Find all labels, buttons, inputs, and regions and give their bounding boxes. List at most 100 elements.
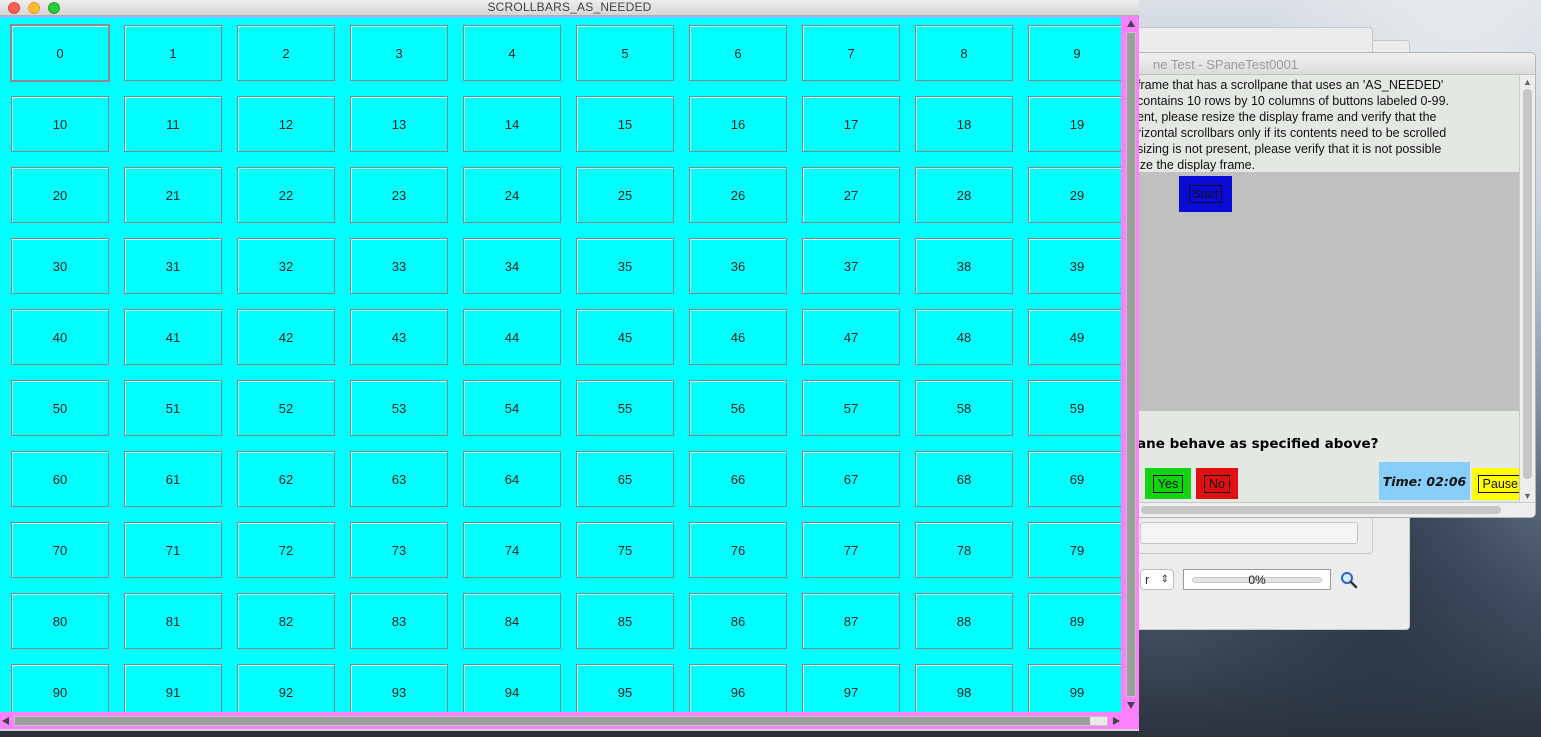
grid-button-19[interactable]: 19 (1028, 96, 1121, 152)
no-button[interactable]: No (1196, 468, 1238, 499)
grid-button-75[interactable]: 75 (576, 522, 674, 578)
scrollbar-thumb[interactable] (1127, 33, 1135, 696)
grid-button-58[interactable]: 58 (915, 380, 1013, 436)
grid-button-85[interactable]: 85 (576, 593, 674, 649)
grid-button-73[interactable]: 73 (350, 522, 448, 578)
grid-button-12[interactable]: 12 (237, 96, 335, 152)
grid-button-47[interactable]: 47 (802, 309, 900, 365)
scroll-down-arrow-icon[interactable] (1127, 702, 1135, 709)
grid-button-36[interactable]: 36 (689, 238, 787, 294)
grid-button-21[interactable]: 21 (124, 167, 222, 223)
grid-button-37[interactable]: 37 (802, 238, 900, 294)
yes-button[interactable]: Yes (1145, 468, 1191, 499)
grid-button-88[interactable]: 88 (915, 593, 1013, 649)
grid-button-27[interactable]: 27 (802, 167, 900, 223)
grid-button-11[interactable]: 11 (124, 96, 222, 152)
grid-button-24[interactable]: 24 (463, 167, 561, 223)
grid-button-45[interactable]: 45 (576, 309, 674, 365)
grid-button-67[interactable]: 67 (802, 451, 900, 507)
scroll-up-arrow-icon[interactable] (1127, 20, 1135, 27)
grid-button-33[interactable]: 33 (350, 238, 448, 294)
grid-button-81[interactable]: 81 (124, 593, 222, 649)
horizontal-scrollbar[interactable] (0, 713, 1122, 729)
scroll-right-arrow-icon[interactable] (1113, 717, 1120, 725)
grid-button-89[interactable]: 89 (1028, 593, 1121, 649)
grid-button-83[interactable]: 83 (350, 593, 448, 649)
grid-button-57[interactable]: 57 (802, 380, 900, 436)
grid-button-82[interactable]: 82 (237, 593, 335, 649)
grid-button-63[interactable]: 63 (350, 451, 448, 507)
scroll-thumb[interactable] (1141, 506, 1501, 514)
grid-button-26[interactable]: 26 (689, 167, 787, 223)
test-vertical-scrollbar[interactable]: ▲ ▼ (1519, 75, 1535, 503)
grid-button-25[interactable]: 25 (576, 167, 674, 223)
grid-button-84[interactable]: 84 (463, 593, 561, 649)
grid-button-15[interactable]: 15 (576, 96, 674, 152)
window-titlebar[interactable]: SCROLLBARS_AS_NEEDED (0, 0, 1139, 16)
grid-button-51[interactable]: 51 (124, 380, 222, 436)
grid-button-59[interactable]: 59 (1028, 380, 1121, 436)
grid-button-68[interactable]: 68 (915, 451, 1013, 507)
grid-button-91[interactable]: 91 (124, 664, 222, 712)
grid-button-31[interactable]: 31 (124, 238, 222, 294)
grid-button-8[interactable]: 8 (915, 25, 1013, 81)
grid-button-7[interactable]: 7 (802, 25, 900, 81)
grid-button-46[interactable]: 46 (689, 309, 787, 365)
grid-button-86[interactable]: 86 (689, 593, 787, 649)
grid-button-38[interactable]: 38 (915, 238, 1013, 294)
grid-button-35[interactable]: 35 (576, 238, 674, 294)
grid-button-28[interactable]: 28 (915, 167, 1013, 223)
grid-button-65[interactable]: 65 (576, 451, 674, 507)
grid-button-16[interactable]: 16 (689, 96, 787, 152)
magnifier-icon[interactable] (1340, 571, 1358, 589)
grid-button-9[interactable]: 9 (1028, 25, 1121, 81)
grid-button-94[interactable]: 94 (463, 664, 561, 712)
close-window-icon[interactable] (8, 2, 20, 14)
grid-button-77[interactable]: 77 (802, 522, 900, 578)
vertical-scrollbar[interactable] (1122, 17, 1139, 712)
background-select[interactable]: r ⇕ (1140, 569, 1174, 590)
scroll-up-icon[interactable]: ▲ (1523, 77, 1532, 87)
grid-button-53[interactable]: 53 (350, 380, 448, 436)
grid-button-78[interactable]: 78 (915, 522, 1013, 578)
grid-button-3[interactable]: 3 (350, 25, 448, 81)
grid-button-87[interactable]: 87 (802, 593, 900, 649)
grid-button-79[interactable]: 79 (1028, 522, 1121, 578)
grid-button-55[interactable]: 55 (576, 380, 674, 436)
grid-button-39[interactable]: 39 (1028, 238, 1121, 294)
grid-button-52[interactable]: 52 (237, 380, 335, 436)
grid-button-17[interactable]: 17 (802, 96, 900, 152)
grid-button-44[interactable]: 44 (463, 309, 561, 365)
pause-button[interactable]: Pause (1472, 468, 1520, 500)
grid-button-41[interactable]: 41 (124, 309, 222, 365)
grid-button-2[interactable]: 2 (237, 25, 335, 81)
grid-button-92[interactable]: 92 (237, 664, 335, 712)
grid-button-0[interactable]: 0 (10, 24, 110, 82)
grid-button-43[interactable]: 43 (350, 309, 448, 365)
minimize-window-icon[interactable] (28, 2, 40, 14)
grid-button-72[interactable]: 72 (237, 522, 335, 578)
grid-button-99[interactable]: 99 (1028, 664, 1121, 712)
scroll-thumb[interactable] (1523, 89, 1532, 479)
grid-button-1[interactable]: 1 (124, 25, 222, 81)
grid-button-98[interactable]: 98 (915, 664, 1013, 712)
grid-button-48[interactable]: 48 (915, 309, 1013, 365)
grid-button-42[interactable]: 42 (237, 309, 335, 365)
grid-button-50[interactable]: 50 (11, 380, 109, 436)
grid-button-5[interactable]: 5 (576, 25, 674, 81)
grid-button-6[interactable]: 6 (689, 25, 787, 81)
start-button[interactable]: Start (1179, 176, 1232, 212)
grid-button-61[interactable]: 61 (124, 451, 222, 507)
grid-button-10[interactable]: 10 (11, 96, 109, 152)
grid-button-22[interactable]: 22 (237, 167, 335, 223)
grid-button-80[interactable]: 80 (11, 593, 109, 649)
grid-button-32[interactable]: 32 (237, 238, 335, 294)
grid-button-4[interactable]: 4 (463, 25, 561, 81)
test-horizontal-scrollbar[interactable] (1121, 502, 1535, 517)
grid-button-54[interactable]: 54 (463, 380, 561, 436)
grid-button-23[interactable]: 23 (350, 167, 448, 223)
grid-button-93[interactable]: 93 (350, 664, 448, 712)
maximize-window-icon[interactable] (48, 2, 60, 14)
grid-button-49[interactable]: 49 (1028, 309, 1121, 365)
scroll-left-arrow-icon[interactable] (2, 717, 9, 725)
